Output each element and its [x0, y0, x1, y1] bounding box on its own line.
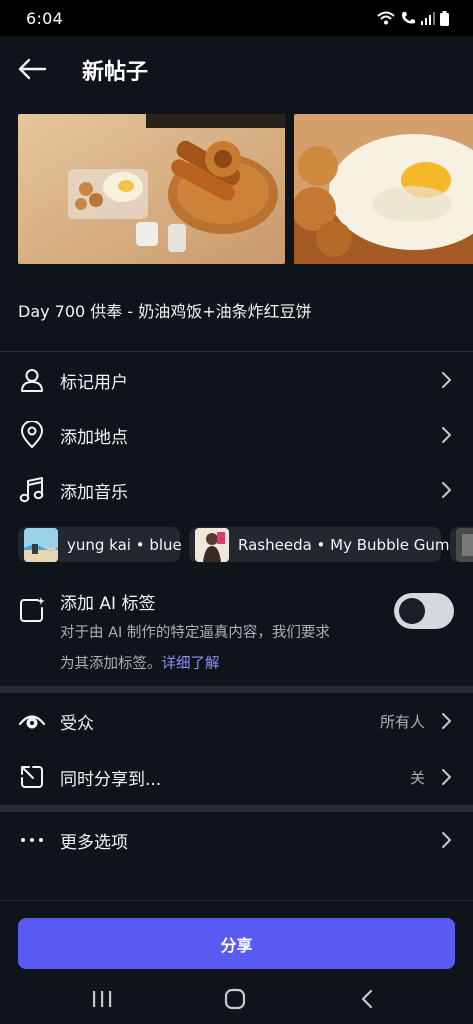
more-options-row[interactable]: 更多选项	[0, 812, 473, 868]
ai-desc-line1: 对于由 AI 制作的特定逼真内容，我们要求	[60, 625, 330, 641]
chevron-right-icon	[442, 427, 451, 443]
add-music-row[interactable]: 添加音乐	[0, 462, 473, 518]
divider	[0, 900, 473, 901]
share-button-label: 分享	[220, 935, 253, 955]
tag-users-label: 标记用户	[60, 373, 128, 393]
system-nav-bar	[0, 972, 473, 1024]
location-pin-icon	[18, 421, 46, 449]
photo-carousel[interactable]	[18, 114, 473, 264]
share-to-label: 同时分享到...	[60, 770, 162, 790]
chevron-right-icon	[442, 482, 451, 498]
header: 新帖子	[0, 36, 473, 100]
photo-thumbnail-2[interactable]	[294, 114, 473, 264]
more-options-label: 更多选项	[60, 833, 128, 853]
chevron-right-icon	[442, 769, 451, 785]
chevron-right-icon	[442, 713, 451, 729]
chevron-right-icon	[442, 832, 451, 848]
music-chip[interactable]: Rasheeda • My Bubble Gum	[189, 527, 450, 562]
page-title: 新帖子	[82, 60, 149, 85]
status-icons	[377, 10, 449, 26]
share-to-row[interactable]: 同时分享到... 关	[0, 749, 473, 805]
share-arrow-icon	[18, 763, 46, 791]
home-button[interactable]	[220, 984, 250, 1014]
home-icon	[224, 988, 246, 1010]
ai-label-title: 添加 AI 标签	[60, 594, 156, 614]
audience-row[interactable]: 受众 所有人	[0, 693, 473, 749]
more-dots-icon	[18, 826, 46, 854]
nav-back-icon	[361, 989, 373, 1009]
battery-icon	[440, 10, 449, 26]
person-icon	[18, 366, 46, 394]
section-divider	[0, 805, 473, 812]
eye-icon	[18, 707, 46, 735]
ai-label-icon	[20, 597, 45, 622]
section-divider	[0, 686, 473, 693]
post-caption[interactable]: Day 700 供奉 - 奶油鸡饭+油条炸红豆饼	[18, 298, 312, 322]
photo-thumbnail-1[interactable]	[18, 114, 285, 264]
ai-label-description: 对于由 AI 制作的特定逼真内容，我们要求 为其添加标签。详细了解	[60, 618, 380, 680]
album-art	[456, 527, 473, 562]
music-note-icon	[18, 476, 46, 504]
music-chip[interactable]: yung kai • blue	[18, 527, 182, 562]
toggle-knob	[399, 598, 425, 624]
add-music-label: 添加音乐	[60, 483, 128, 503]
audience-label: 受众	[60, 714, 94, 734]
nav-back-button[interactable]	[352, 984, 382, 1014]
music-chip[interactable]	[450, 527, 473, 562]
call-icon	[402, 12, 415, 24]
album-art	[24, 527, 58, 562]
chevron-right-icon	[442, 372, 451, 388]
signal-icon	[421, 12, 435, 25]
wifi-icon	[377, 11, 395, 25]
recent-apps-icon	[93, 991, 112, 1007]
audience-value: 所有人	[379, 713, 425, 731]
music-suggestions: yung kai • blue Rasheeda • My Bubble Gum	[18, 527, 473, 563]
status-bar: 6:04	[0, 0, 473, 36]
share-to-value: 关	[409, 769, 425, 787]
tag-users-row[interactable]: 标记用户	[0, 352, 473, 408]
ai-label-row: 添加 AI 标签 对于由 AI 制作的特定逼真内容，我们要求 为其添加标签。详细…	[0, 578, 473, 678]
learn-more-link[interactable]: 详细了解	[162, 656, 220, 672]
add-location-label: 添加地点	[60, 428, 128, 448]
back-button[interactable]	[16, 54, 48, 84]
share-button[interactable]: 分享	[18, 918, 455, 969]
add-location-row[interactable]: 添加地点	[0, 407, 473, 463]
recent-apps-button[interactable]	[87, 984, 117, 1014]
album-art	[195, 527, 229, 562]
music-chip-label: Rasheeda • My Bubble Gum	[238, 535, 450, 554]
status-time: 6:04	[26, 8, 64, 28]
music-chip-label: yung kai • blue	[67, 535, 182, 554]
ai-desc-line2: 为其添加标签。	[60, 656, 162, 672]
back-arrow-icon	[18, 58, 47, 80]
ai-label-toggle[interactable]	[394, 593, 454, 629]
